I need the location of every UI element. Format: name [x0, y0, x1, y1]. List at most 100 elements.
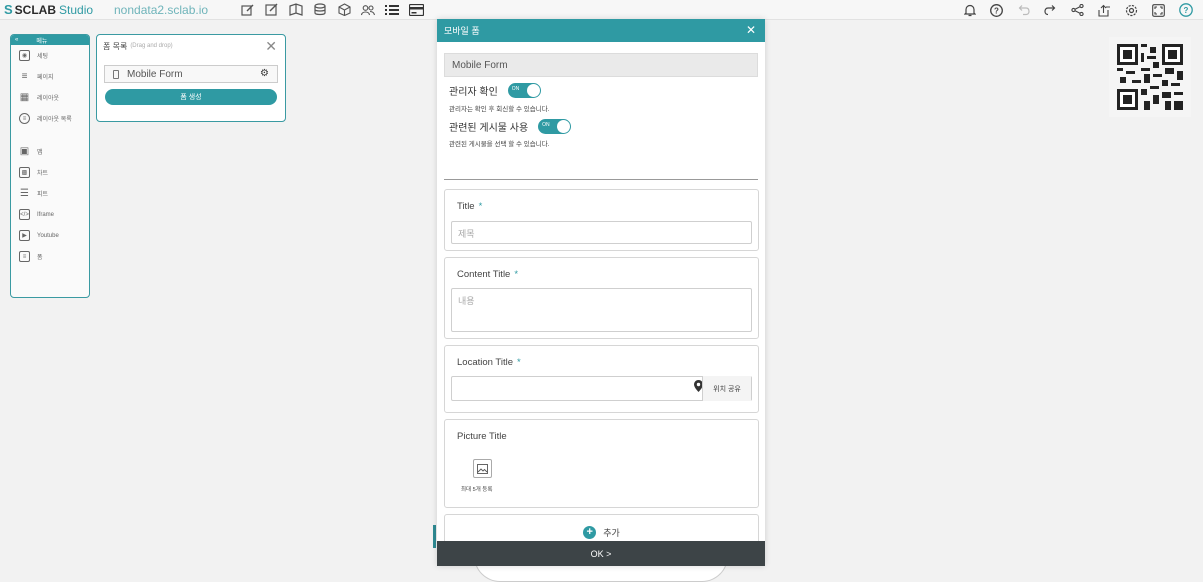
svg-text:?: ?: [1183, 6, 1188, 15]
mobile-form-modal: 모바일 폼 ✕ Mobile Form 관리자 확인 ON 관리자는 확인 후 …: [437, 19, 765, 566]
image-icon: [477, 463, 488, 474]
form-list-header: 폼 목록 (Drag and drop) ✕: [97, 35, 285, 57]
fullscreen-icon[interactable]: [1145, 0, 1172, 20]
left-menu-title: 메뉴: [36, 38, 48, 45]
menu-item-layout[interactable]: ▦ 레이아웃: [11, 87, 89, 108]
form-name-field[interactable]: Mobile Form: [444, 53, 758, 77]
menu-spacer: [11, 129, 89, 141]
related-post-toggle[interactable]: ON: [538, 119, 572, 134]
layout-icon: ▦: [19, 92, 30, 103]
edit-box-icon[interactable]: [260, 0, 284, 20]
related-post-desc: 관련된 게시물을 선택 할 수 있습니다.: [449, 141, 550, 148]
export-icon[interactable]: [1091, 0, 1118, 20]
toolbar-right: ? ?: [956, 0, 1199, 20]
list-icon[interactable]: [380, 0, 404, 20]
gear-icon[interactable]: ⚙: [260, 68, 269, 79]
menu-item-table[interactable]: ☰ 피트: [11, 183, 89, 204]
toggle-state: ON: [542, 122, 550, 128]
divider: [444, 179, 758, 180]
app-logo[interactable]: S SCLAB Studio: [0, 0, 98, 20]
modal-body: Mobile Form 관리자 확인 ON 관리자는 확인 후 회신할 수 있습…: [437, 42, 765, 541]
location-field-card: Location Title * 위치 공유: [444, 345, 759, 413]
content-textarea[interactable]: 내용: [451, 288, 752, 332]
form-list-panel: 폼 목록 (Drag and drop) ✕ Mobile Form ⚙ 폼 생…: [96, 34, 286, 122]
add-button-label: 추가: [603, 528, 620, 538]
phone-icon: [113, 69, 119, 79]
form-list-subtitle: (Drag and drop): [130, 43, 173, 49]
menu-item-label: 페이지: [37, 75, 54, 81]
form-list-item[interactable]: Mobile Form ⚙: [104, 65, 278, 83]
users-icon[interactable]: [356, 0, 380, 20]
toggle-state: ON: [511, 86, 520, 92]
toggle-knob: [526, 84, 540, 97]
related-post-label: 관련된 게시물 사용: [449, 123, 529, 134]
admin-confirm-toggle[interactable]: ON: [507, 83, 541, 98]
add-field-button[interactable]: + 추가: [444, 514, 759, 541]
book-icon[interactable]: [284, 0, 308, 20]
menu-item-label: 피트: [37, 192, 49, 198]
iframe-icon: </>: [19, 209, 30, 220]
setting-icon: ◉: [19, 50, 30, 61]
close-icon[interactable]: ✕: [746, 23, 756, 37]
admin-confirm-desc: 관리자는 확인 후 회신할 수 있습니다.: [449, 106, 550, 113]
menu-item-layout-list[interactable]: ≡ 레이아웃 목록: [11, 108, 89, 129]
map-icon: ▣: [19, 146, 30, 157]
layout-list-icon: ≡: [19, 113, 30, 124]
menu-item-setting[interactable]: ◉ 세팅: [11, 45, 89, 66]
picture-field-card: Picture Title 최대 5개 등록: [444, 419, 759, 508]
close-icon[interactable]: ✕: [265, 38, 277, 55]
cube-icon[interactable]: [332, 0, 356, 20]
database-icon[interactable]: [308, 0, 332, 20]
toolbar-left: [236, 0, 428, 20]
settings-icon[interactable]: [1118, 0, 1145, 20]
menu-item-label: 차트: [37, 171, 49, 177]
help-icon[interactable]: ?: [983, 0, 1010, 20]
create-form-button[interactable]: 폼 생성: [105, 89, 277, 105]
menu-item-map[interactable]: ▣ 맵: [11, 141, 89, 162]
bell-icon[interactable]: [956, 0, 983, 20]
collapse-icon[interactable]: «: [15, 37, 18, 43]
menu-item-page[interactable]: ≡ 페이지: [11, 66, 89, 87]
qr-code: [1109, 37, 1191, 117]
logo-mark: S: [4, 2, 13, 17]
menu-item-label: 폼: [37, 255, 43, 261]
share-location-button[interactable]: 위치 공유: [702, 376, 751, 401]
menu-item-label: Iframe: [37, 211, 55, 218]
menu-item-youtube[interactable]: ▶ Youtube: [11, 225, 89, 246]
ok-button[interactable]: OK >: [437, 541, 765, 566]
admin-confirm-row: 관리자 확인 ON: [449, 83, 541, 98]
card-icon[interactable]: [404, 0, 428, 20]
content-field-card: Content Title * 내용: [444, 257, 759, 339]
layers-icon: ≡: [21, 71, 28, 82]
left-menu-header[interactable]: « 메뉴: [11, 35, 89, 45]
svg-text:?: ?: [994, 6, 999, 15]
menu-item-label: 레이아웃: [37, 96, 60, 102]
undo-icon[interactable]: [1010, 0, 1037, 20]
menu-item-label: Youtube: [37, 232, 59, 239]
menu-item-iframe[interactable]: </> Iframe: [11, 204, 89, 225]
picture-field-label: Picture Title: [457, 431, 507, 442]
image-upload-button[interactable]: [473, 459, 492, 478]
form-list-title: 폼 목록: [103, 41, 128, 51]
menu-item-label: 세팅: [37, 54, 49, 60]
qr-code-image: [1117, 44, 1183, 110]
domain-label[interactable]: nondata2.sclab.io: [98, 3, 228, 17]
logo-studio: Studio: [59, 2, 94, 17]
chart-icon: ▩: [19, 167, 30, 178]
admin-confirm-label: 관리자 확인: [449, 87, 498, 98]
redo-icon[interactable]: [1037, 0, 1064, 20]
title-input[interactable]: 제목: [451, 221, 752, 244]
phone-frame-edge: [433, 525, 436, 548]
menu-item-chart[interactable]: ▩ 차트: [11, 162, 89, 183]
logo-brand: SCLAB: [14, 2, 57, 17]
menu-item-form[interactable]: ≡ 폼: [11, 246, 89, 267]
modal-title: 모바일 폼: [444, 26, 480, 36]
youtube-icon: ▶: [19, 230, 30, 241]
toggle-knob: [557, 120, 571, 133]
info-icon[interactable]: ?: [1172, 0, 1199, 20]
content-field-label: Content Title *: [457, 269, 519, 280]
share-icon[interactable]: [1064, 0, 1091, 20]
edit-icon[interactable]: [236, 0, 260, 20]
modal-header: 모바일 폼 ✕: [437, 19, 765, 42]
table-icon: ☰: [20, 188, 29, 199]
